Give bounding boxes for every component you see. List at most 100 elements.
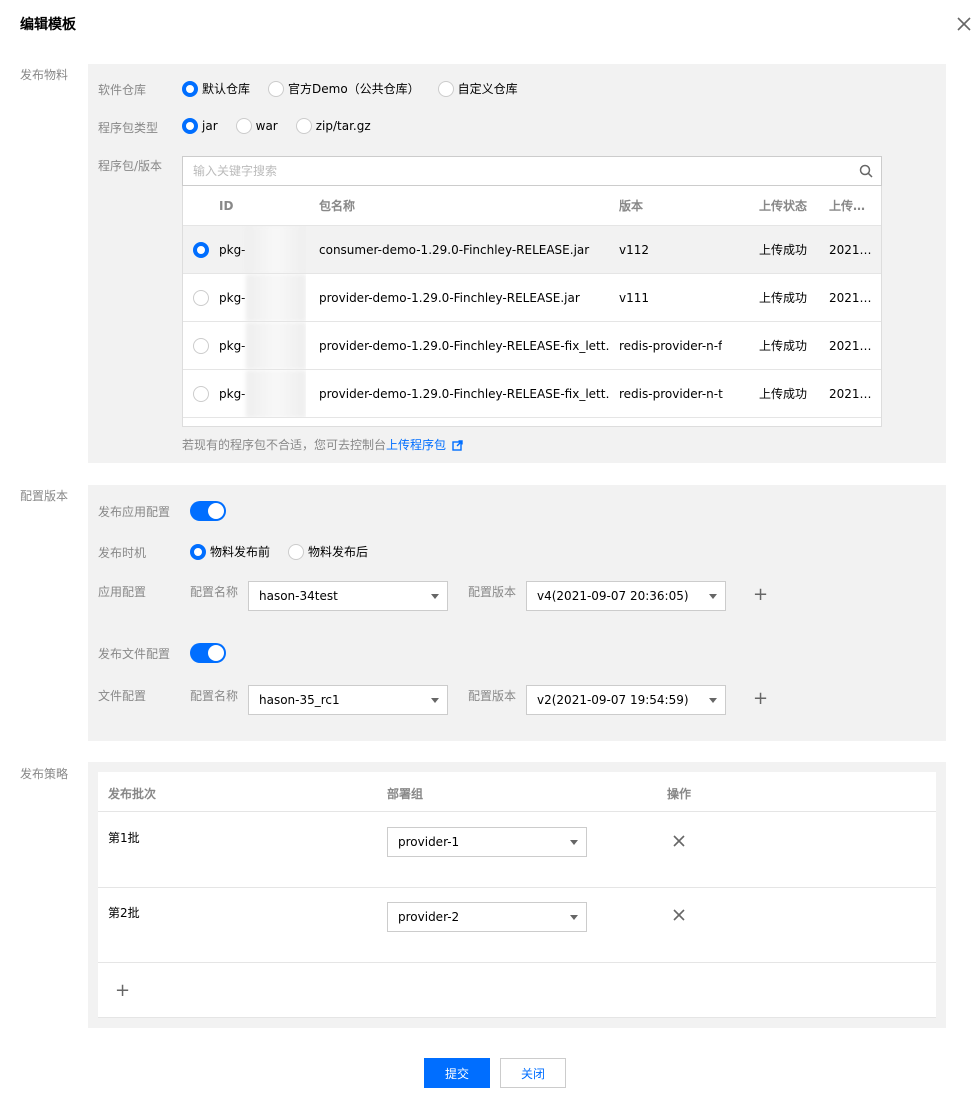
repo-option-custom[interactable]: 自定义仓库 bbox=[437, 80, 518, 97]
app-config-version-label: 配置版本 bbox=[468, 585, 517, 599]
file-config-version-select[interactable]: v2(2021-09-07 19:54:59) bbox=[526, 685, 726, 715]
pkg-status: 上传成功 bbox=[759, 243, 808, 257]
select-value: provider-1 bbox=[398, 835, 460, 849]
add-batch-row: + bbox=[98, 963, 936, 1018]
add-app-config-button[interactable]: + bbox=[753, 586, 768, 604]
dialog-title: 编辑模板 bbox=[20, 17, 76, 33]
radio-checked-icon bbox=[193, 241, 209, 258]
pkg-table-header: ID 包名称 版本 上传状态 上传… bbox=[183, 186, 881, 226]
radio-unchecked-icon bbox=[295, 118, 312, 134]
radio-checked-icon bbox=[190, 543, 206, 560]
external-link-icon[interactable] bbox=[452, 440, 463, 451]
col-id: ID bbox=[219, 198, 234, 213]
repo-option-official-demo[interactable]: 官方Demo（公共仓库） bbox=[268, 80, 420, 97]
toggle-knob bbox=[208, 503, 224, 519]
toggle-knob bbox=[208, 645, 224, 661]
pkg-name: provider-demo-1.29.0-Finchley-RELEASE-fi… bbox=[319, 386, 609, 401]
radio-unchecked-icon bbox=[268, 80, 285, 97]
redacted-id bbox=[245, 322, 306, 369]
pkg-id: pkg- bbox=[219, 290, 246, 305]
publish-timing-label: 发布时机 bbox=[98, 546, 147, 560]
pkg-id: pkg- bbox=[219, 386, 246, 401]
section-label-config-version: 配置版本 bbox=[20, 489, 69, 503]
pkg-id: pkg- bbox=[219, 338, 246, 353]
select-value: provider-2 bbox=[398, 910, 460, 924]
timing-option-after[interactable]: 物料发布后 bbox=[288, 543, 368, 560]
table-row[interactable]: pkg- provider-demo-1.29.0-Finchley-RELEA… bbox=[183, 274, 881, 322]
pkg-version: v112 bbox=[619, 242, 650, 257]
select-value: hason-35_rc1 bbox=[259, 693, 340, 707]
radio-unchecked-icon bbox=[235, 118, 252, 134]
file-config-version-label: 配置版本 bbox=[468, 689, 517, 703]
redacted-id bbox=[245, 274, 306, 321]
app-config-name-label: 配置名称 bbox=[190, 585, 239, 599]
radio-unchecked-icon bbox=[288, 543, 305, 560]
radio-checked-icon bbox=[182, 80, 198, 97]
pkg-type-option-war[interactable]: war bbox=[235, 118, 278, 134]
table-row[interactable]: pkg- consumer-demo-1.29.0-Finchley-RELEA… bbox=[183, 226, 881, 274]
pkg-type-label: 程序包类型 bbox=[98, 121, 159, 135]
pkg-id: pkg- bbox=[219, 242, 246, 257]
pkg-upload-time: 2021… bbox=[829, 386, 872, 401]
timing-option-before[interactable]: 物料发布前 bbox=[190, 543, 270, 560]
caret-down-icon bbox=[709, 594, 717, 599]
row-radio[interactable] bbox=[193, 241, 213, 258]
select-value: hason-34test bbox=[259, 589, 338, 603]
pkg-upload-time: 2021… bbox=[829, 338, 872, 353]
pkg-type-option-jar[interactable]: jar bbox=[182, 118, 218, 134]
table-row[interactable]: pkg- provider-demo-1.29.0-Finchley-RELEA… bbox=[183, 322, 881, 370]
col-version: 版本 bbox=[619, 199, 644, 213]
strategy-table: 发布批次 部署组 操作 第1批 provider-1 第2批 provider-… bbox=[98, 772, 936, 1018]
pkg-version: redis-provider-n-t bbox=[619, 386, 723, 401]
col-name: 包名称 bbox=[319, 199, 356, 213]
section-label-publish-material: 发布物料 bbox=[20, 68, 69, 82]
table-row: 第2批 provider-2 bbox=[98, 888, 936, 963]
close-icon[interactable] bbox=[954, 14, 974, 34]
file-config-name-select[interactable]: hason-35_rc1 bbox=[248, 685, 448, 715]
radio-unchecked-icon bbox=[437, 80, 454, 97]
file-config-name-label: 配置名称 bbox=[190, 689, 239, 703]
publish-file-config-toggle[interactable] bbox=[190, 643, 226, 663]
pkg-table: ID 包名称 版本 上传状态 上传… pkg- consumer-demo-1.… bbox=[182, 186, 882, 427]
section-label-strategy: 发布策略 bbox=[20, 767, 69, 781]
table-row[interactable]: pkg- provider-demo-1.29.0-Finchley-RELEA… bbox=[183, 370, 881, 418]
upload-pkg-link[interactable]: 上传程序包 bbox=[386, 438, 446, 452]
repo-label: 软件仓库 bbox=[98, 83, 147, 97]
pkg-type-option-zip[interactable]: zip/tar.gz bbox=[295, 118, 371, 134]
delete-batch-icon[interactable] bbox=[672, 908, 686, 922]
publish-app-config-toggle[interactable] bbox=[190, 501, 226, 521]
col-status: 上传状态 bbox=[759, 199, 808, 213]
strategy-table-header: 发布批次 部署组 操作 bbox=[98, 772, 936, 812]
batch-label: 第2批 bbox=[108, 906, 140, 920]
row-radio[interactable] bbox=[193, 337, 213, 354]
upload-hint: 若现有的程序包不合适，您可去控制台上传程序包 bbox=[182, 436, 463, 453]
submit-button[interactable]: 提交 bbox=[424, 1058, 490, 1088]
pkg-status: 上传成功 bbox=[759, 387, 808, 401]
deploy-group-select[interactable]: provider-2 bbox=[387, 902, 587, 932]
batch-label: 第1批 bbox=[108, 831, 140, 845]
pkg-status: 上传成功 bbox=[759, 291, 808, 305]
publish-timing-radio-group: 物料发布前 物料发布后 bbox=[190, 543, 386, 560]
pkg-search-box bbox=[182, 156, 882, 186]
app-config-name-select[interactable]: hason-34test bbox=[248, 581, 448, 611]
file-config-label: 文件配置 bbox=[98, 689, 147, 703]
pkg-version: redis-provider-n-f bbox=[619, 338, 723, 353]
select-value: v4(2021-09-07 20:36:05) bbox=[537, 589, 689, 603]
deploy-group-select[interactable]: provider-1 bbox=[387, 827, 587, 857]
app-config-version-select[interactable]: v4(2021-09-07 20:36:05) bbox=[526, 581, 726, 611]
add-file-config-button[interactable]: + bbox=[753, 690, 768, 708]
search-icon[interactable] bbox=[859, 164, 873, 178]
pkg-search-input[interactable] bbox=[183, 157, 843, 185]
pkg-name: provider-demo-1.29.0-Finchley-RELEASE.ja… bbox=[319, 290, 580, 305]
col-action: 操作 bbox=[667, 787, 692, 801]
delete-batch-icon[interactable] bbox=[672, 834, 686, 848]
add-batch-button[interactable]: + bbox=[115, 982, 130, 1000]
row-radio[interactable] bbox=[193, 289, 213, 306]
select-value: v2(2021-09-07 19:54:59) bbox=[537, 693, 689, 707]
repo-option-default[interactable]: 默认仓库 bbox=[182, 80, 250, 97]
close-button[interactable]: 关闭 bbox=[500, 1058, 566, 1088]
caret-down-icon bbox=[570, 915, 578, 920]
pkg-version: v111 bbox=[619, 290, 650, 305]
row-radio[interactable] bbox=[193, 385, 213, 402]
radio-unchecked-icon bbox=[193, 337, 209, 354]
